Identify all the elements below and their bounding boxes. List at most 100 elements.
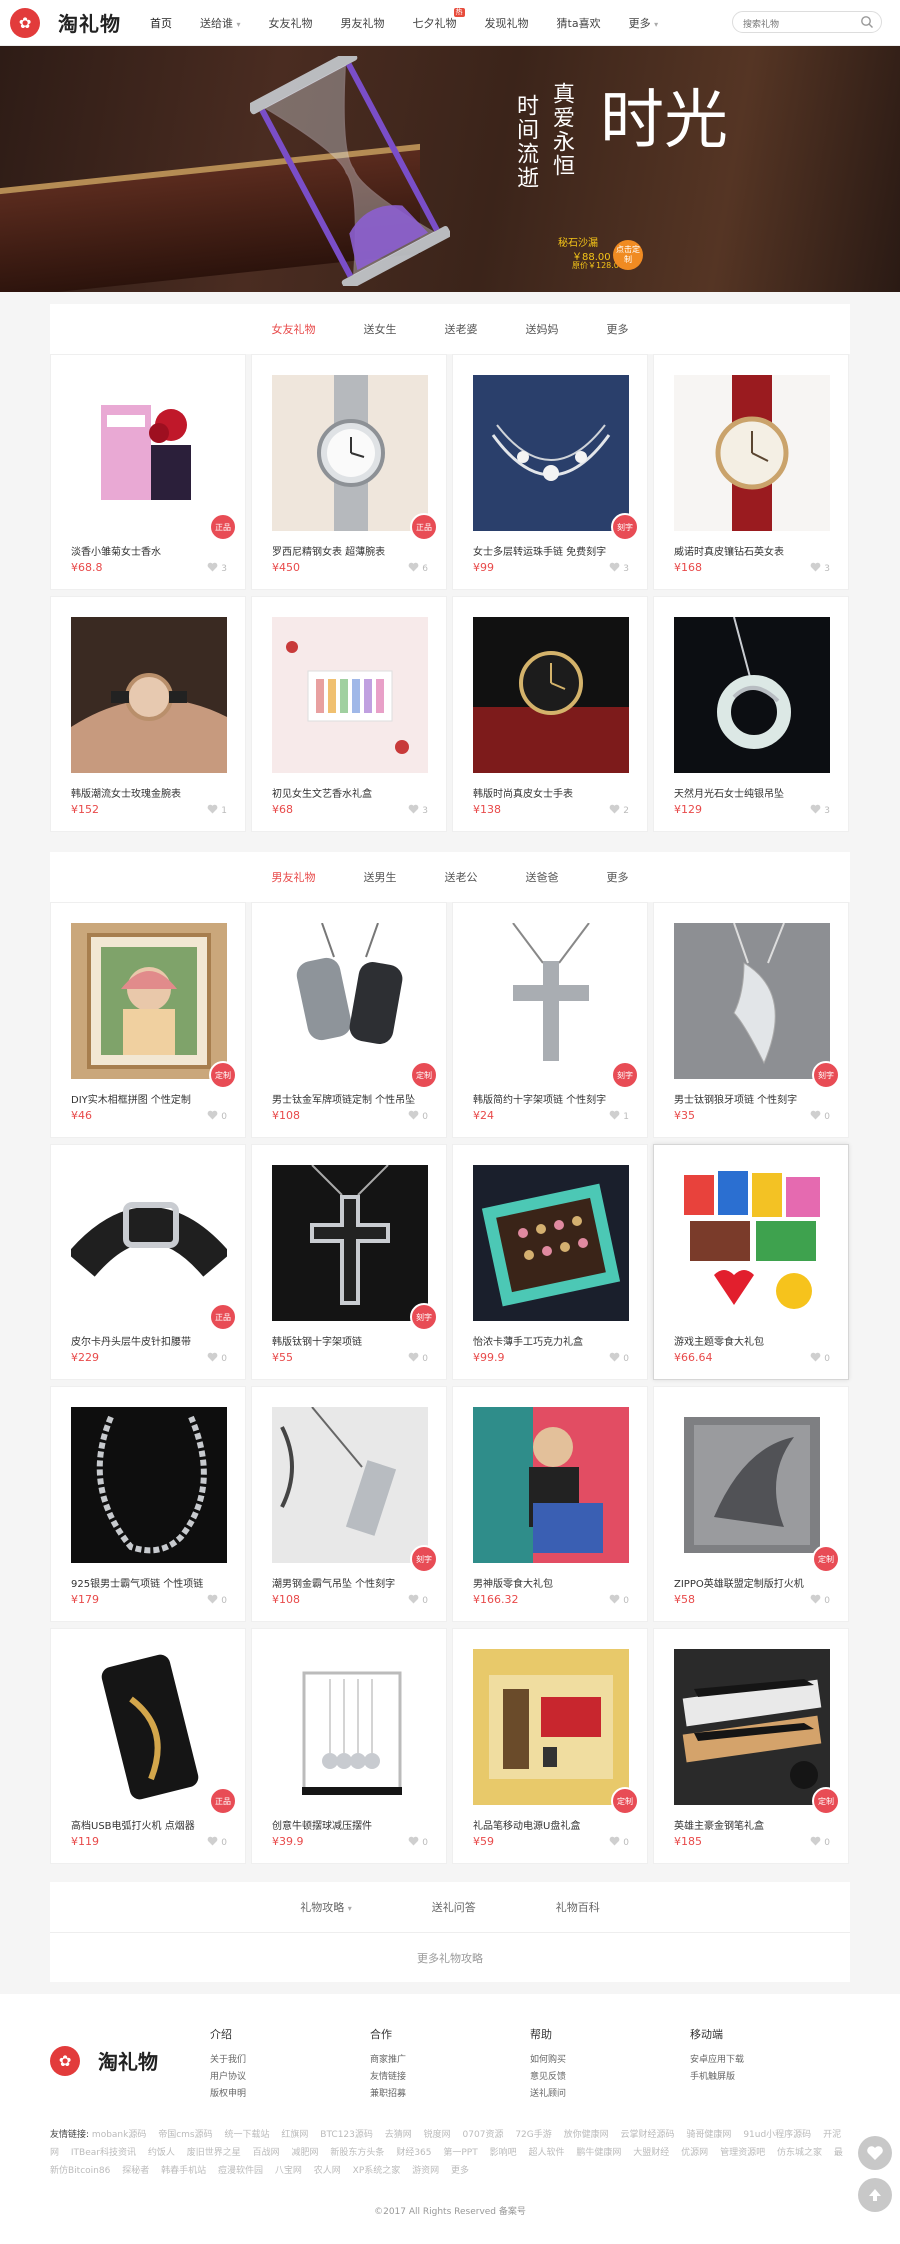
product-title[interactable]: 天然月光石女士纯银吊坠 — [674, 785, 834, 800]
product-title[interactable]: 韩版时尚真皮女士手表 — [473, 785, 633, 800]
product-title[interactable]: 韩版简约十字架项链 个性刻字 — [473, 1091, 633, 1106]
product-title[interactable]: 925银男士霸气项链 个性项链 — [71, 1575, 231, 1590]
friend-link[interactable]: 放你健康网 — [564, 2130, 609, 2140]
nav-guess-likes[interactable]: 猜ta喜欢 — [557, 15, 601, 31]
friend-link[interactable]: 管理资源吧 — [720, 2148, 765, 2158]
product-image[interactable] — [473, 375, 629, 531]
friend-link[interactable]: 影响吧 — [490, 2148, 517, 2158]
product-card[interactable]: 正品 高档USB电弧打火机 点烟器 ¥119 0 — [50, 1628, 246, 1864]
product-image[interactable] — [71, 923, 227, 1079]
friend-link[interactable]: 更多 — [451, 2166, 469, 2176]
logo-flower-icon[interactable]: ✿ — [10, 8, 40, 38]
friend-link[interactable]: 锐度网 — [424, 2130, 451, 2140]
product-title[interactable]: 淡香小雏菊女士香水 — [71, 543, 231, 558]
friend-link[interactable]: 帝国cms源码 — [158, 2130, 212, 2140]
product-image[interactable] — [71, 1649, 227, 1805]
product-image[interactable] — [272, 617, 428, 773]
product-likes[interactable]: 3 — [609, 562, 629, 575]
product-title[interactable]: 游戏主题零食大礼包 — [674, 1333, 834, 1348]
product-card[interactable]: 男神版零食大礼包 ¥166.32 0 — [452, 1386, 648, 1622]
product-card[interactable]: 韩版潮流女士玫瑰金腕表 ¥152 1 — [50, 596, 246, 832]
tab-for-husband[interactable]: 送老公 — [445, 869, 478, 885]
footer-link-feedback[interactable]: 意见反馈 — [530, 2069, 566, 2086]
product-card[interactable]: 定制 DIY实木相框拼图 个性定制 ¥46 0 — [50, 902, 246, 1138]
tab-more-2[interactable]: 更多 — [607, 869, 629, 885]
guide-link-strategy[interactable]: 礼物攻略 ▾ — [300, 1899, 352, 1915]
footer-logo-flower-icon[interactable]: ✿ — [50, 2046, 80, 2076]
footer-link-copyright[interactable]: 版权申明 — [210, 2086, 246, 2103]
product-card[interactable]: 韩版时尚真皮女士手表 ¥138 2 — [452, 596, 648, 832]
tab-for-mom[interactable]: 送妈妈 — [526, 321, 559, 337]
footer-logo-text[interactable]: 淘礼物 — [98, 2046, 158, 2075]
friend-link[interactable]: 0707资源 — [463, 2130, 504, 2140]
tab-for-dad[interactable]: 送爸爸 — [526, 869, 559, 885]
product-card[interactable]: 威诺时真皮镶钻石英女表 ¥168 3 — [653, 354, 849, 590]
product-title[interactable]: 男士钛金军牌项链定制 个性吊坠 — [272, 1091, 432, 1106]
product-likes[interactable]: 0 — [207, 1352, 227, 1365]
product-card[interactable]: 定制 礼品笔移动电源U盘礼盒 ¥59 0 — [452, 1628, 648, 1864]
product-card[interactable]: 正品 皮尔卡丹头层牛皮针扣腰带 ¥229 0 — [50, 1144, 246, 1380]
footer-link-promote[interactable]: 商家推广 — [370, 2052, 406, 2069]
footer-link-android[interactable]: 安卓应用下载 — [690, 2052, 744, 2069]
friend-link[interactable]: 农人网 — [314, 2166, 341, 2176]
product-likes[interactable]: 0 — [408, 1836, 428, 1849]
product-card[interactable]: 定制 ZIPPO英雄联盟定制版打火机 ¥58 0 — [653, 1386, 849, 1622]
friend-link[interactable]: 鹏牛健康网 — [576, 2148, 621, 2158]
tab-boyfriend-gifts[interactable]: 男友礼物 — [272, 869, 316, 885]
friend-link[interactable]: mobank源码 — [92, 2130, 146, 2140]
friend-link[interactable]: 八宝网 — [275, 2166, 302, 2176]
product-image[interactable] — [674, 617, 830, 773]
friend-link[interactable]: 游资网 — [412, 2166, 439, 2176]
product-image[interactable] — [71, 617, 227, 773]
product-title[interactable]: 男神版零食大礼包 — [473, 1575, 633, 1590]
search-input[interactable] — [743, 15, 858, 35]
friend-link[interactable]: 仿东城之家 — [777, 2148, 822, 2158]
product-likes[interactable]: 3 — [408, 804, 428, 817]
product-likes[interactable]: 0 — [810, 1352, 830, 1365]
product-likes[interactable]: 0 — [207, 1594, 227, 1607]
tab-girlfriend-gifts[interactable]: 女友礼物 — [272, 321, 316, 337]
friend-link[interactable]: 废旧世界之星 — [187, 2148, 241, 2158]
friend-link[interactable]: 韩春手机站 — [161, 2166, 206, 2176]
footer-link-about-us[interactable]: 关于我们 — [210, 2052, 246, 2069]
product-card[interactable]: 初见女生文艺香水礼盒 ¥68 3 — [251, 596, 447, 832]
nav-discover-gifts[interactable]: 发现礼物 — [485, 15, 529, 31]
product-image[interactable] — [272, 923, 428, 1079]
tab-for-girls[interactable]: 送女生 — [364, 321, 397, 337]
product-likes[interactable]: 0 — [408, 1594, 428, 1607]
product-image[interactable] — [272, 375, 428, 531]
nav-qixi-gifts[interactable]: 七夕礼物热 — [413, 8, 465, 31]
product-likes[interactable]: 0 — [408, 1110, 428, 1123]
product-title[interactable]: 女士多层转运珠手链 免费刻字 — [473, 543, 633, 558]
friend-link[interactable]: 统一下载站 — [225, 2130, 270, 2140]
product-title[interactable]: 礼品笔移动电源U盘礼盒 — [473, 1817, 633, 1832]
friend-link[interactable]: 优源网 — [681, 2148, 708, 2158]
product-title[interactable]: 怡浓卡薄手工巧克力礼盒 — [473, 1333, 633, 1348]
back-to-top-button[interactable] — [858, 2178, 892, 2212]
product-card[interactable]: 刻字 韩版简约十字架项链 个性刻字 ¥24 1 — [452, 902, 648, 1138]
friend-link[interactable]: BTC123源码 — [320, 2130, 373, 2140]
footer-link-mobile-site[interactable]: 手机触屏版 — [690, 2069, 744, 2086]
product-likes[interactable]: 0 — [408, 1352, 428, 1365]
product-title[interactable]: 初见女生文艺香水礼盒 — [272, 785, 432, 800]
product-card[interactable]: 怡浓卡薄手工巧克力礼盒 ¥99.9 0 — [452, 1144, 648, 1380]
product-card[interactable]: 定制 男士钛金军牌项链定制 个性吊坠 ¥108 0 — [251, 902, 447, 1138]
product-image[interactable] — [71, 375, 227, 531]
product-title[interactable]: 罗西尼精钢女表 超薄腕表 — [272, 543, 432, 558]
friend-link[interactable]: 骑哥健康网 — [686, 2130, 731, 2140]
product-likes[interactable]: 0 — [609, 1594, 629, 1607]
product-title[interactable]: DIY实木相框拼图 个性定制 — [71, 1091, 231, 1106]
search-icon[interactable] — [860, 15, 874, 29]
friend-link[interactable]: 91ud小程序源码 — [743, 2130, 811, 2140]
tab-for-wife[interactable]: 送老婆 — [445, 321, 478, 337]
guide-link-wiki[interactable]: 礼物百科 — [556, 1899, 600, 1915]
product-image[interactable] — [473, 1649, 629, 1805]
product-card[interactable]: 天然月光石女士纯银吊坠 ¥129 3 — [653, 596, 849, 832]
friend-link[interactable]: 大盟财经 — [633, 2148, 669, 2158]
nav-send-to[interactable]: 送给谁 ▾ — [200, 15, 241, 31]
product-image[interactable] — [473, 1407, 629, 1563]
product-title[interactable]: 威诺时真皮镶钻石英女表 — [674, 543, 834, 558]
nav-boyfriend-gifts[interactable]: 男友礼物 — [341, 15, 385, 31]
banner-cta-button[interactable]: 点击定制 — [613, 240, 643, 270]
friend-link[interactable]: 百战网 — [253, 2148, 280, 2158]
